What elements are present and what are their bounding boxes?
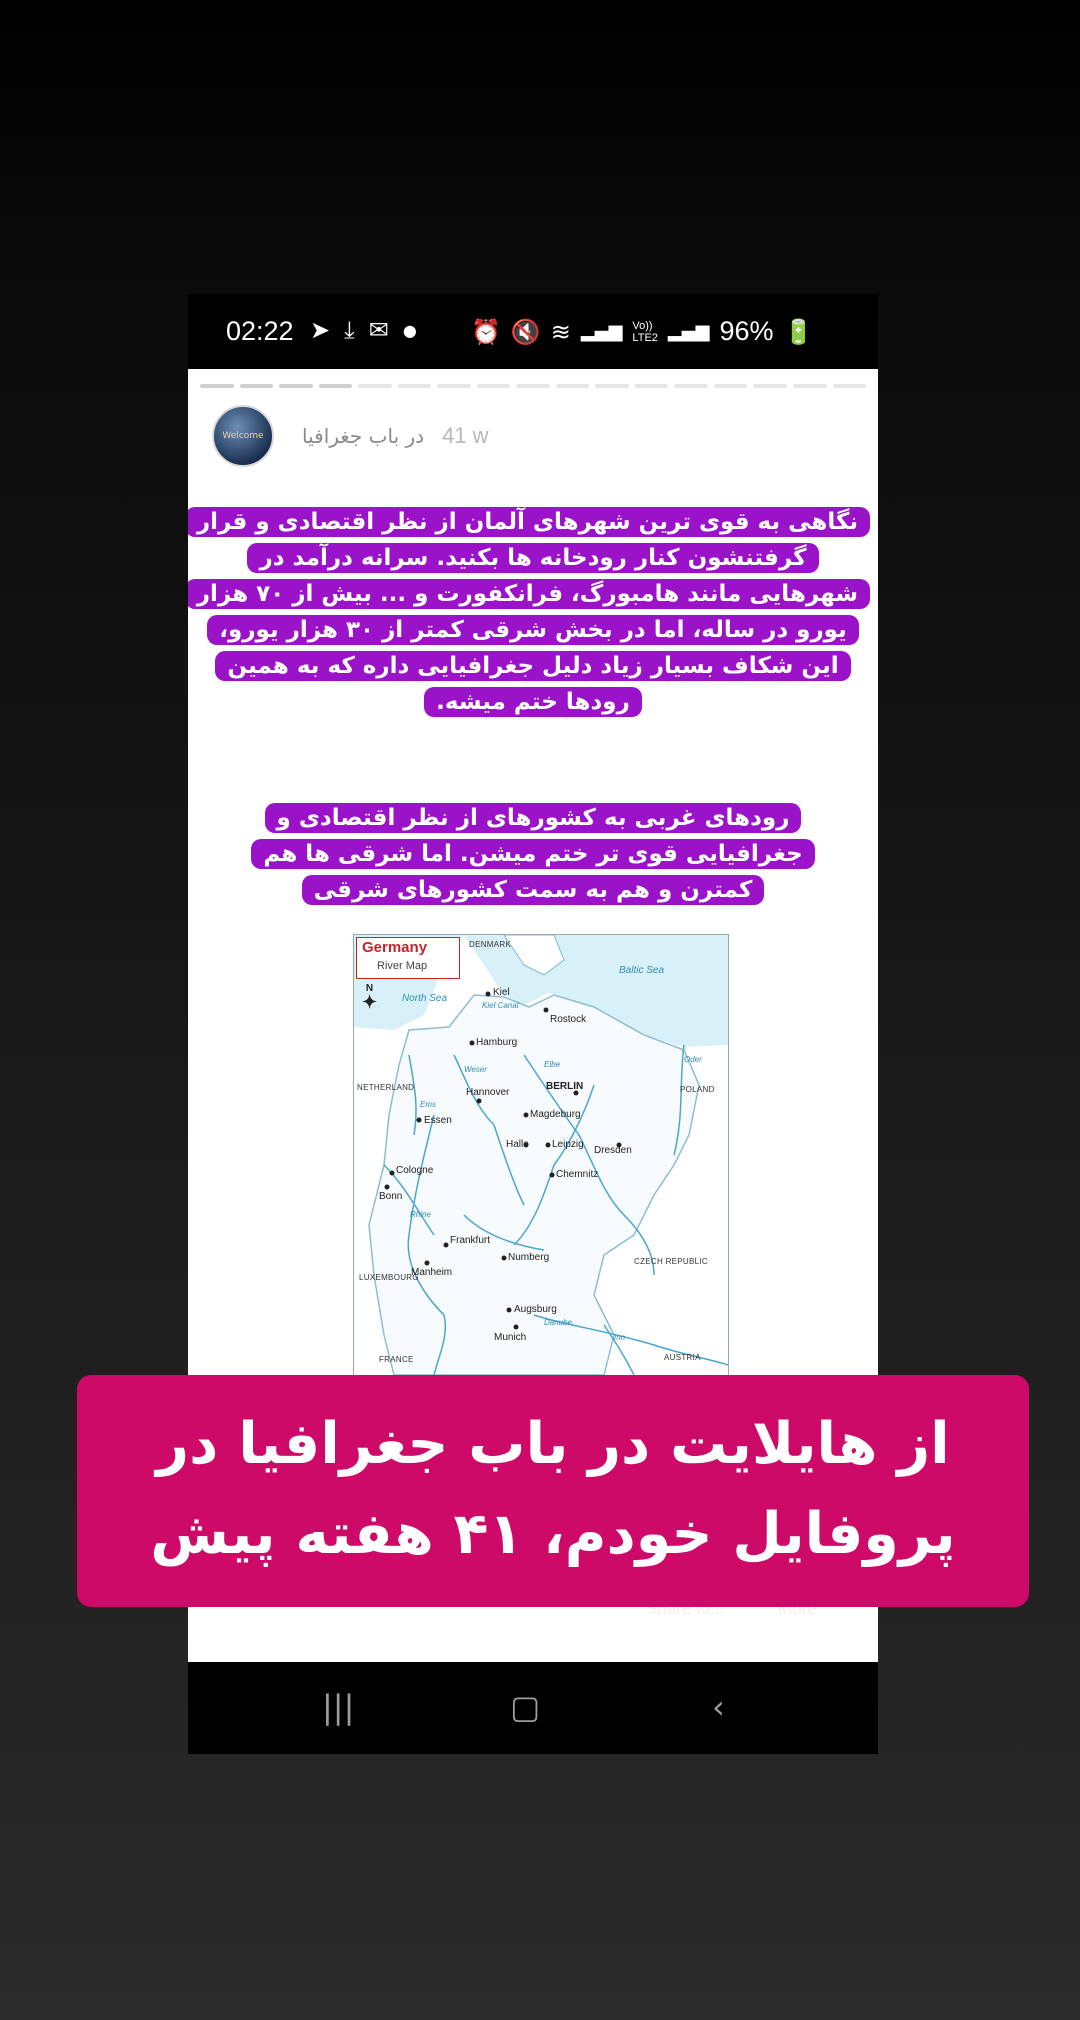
map-city-label: Frankfurt — [450, 1235, 491, 1246]
map-city-label: Chemnitz — [556, 1169, 599, 1180]
signal-icon: ▂▄▆ — [667, 321, 710, 342]
alarm-icon: ⏰ — [471, 317, 501, 346]
story-progress-segment — [792, 384, 827, 388]
map-country-label: FRANCE — [379, 1355, 414, 1364]
map-river-label: Ems — [420, 1100, 436, 1109]
map-subtitle: River Map — [377, 960, 428, 972]
volte-icon: Vo)) LTE2 — [632, 319, 658, 344]
story-progress-segment — [832, 384, 867, 388]
map-city-label: Magdeburg — [530, 1109, 581, 1120]
story-progress-segment — [397, 384, 432, 388]
map-river-label: Kiel Canal — [482, 1001, 519, 1010]
story-progress-segment — [200, 384, 234, 388]
map-city-label: Numberg — [508, 1252, 550, 1263]
map-title-box: Germany River Map — [356, 937, 460, 979]
map-city-label: Halle — [506, 1139, 529, 1150]
map-river-label: Rhine — [410, 1210, 431, 1219]
map-city-label: Augsburg — [514, 1304, 557, 1315]
mute-icon: 🔇 — [510, 317, 541, 346]
compass-icon: N ✦ — [362, 983, 378, 1012]
story-progress-segment — [358, 384, 392, 388]
caption-banner: از هایلایت در باب جغرافیا در پروفایل خود… — [77, 1375, 1029, 1607]
story-username[interactable]: در باب جغرافیا — [302, 424, 424, 448]
map-city-label: BERLIN — [546, 1081, 584, 1092]
map-river-label: Elbe — [544, 1060, 561, 1069]
map-city-label: Hannover — [466, 1087, 510, 1098]
story-progress-segment — [318, 384, 353, 388]
story-header[interactable]: Welcome در باب جغرافیا 41 w — [212, 405, 489, 467]
map-city-label: Hamburg — [476, 1037, 518, 1048]
story-progress-segment — [239, 384, 274, 388]
story-progress-segment — [713, 384, 748, 388]
story-progress-segment — [595, 384, 629, 388]
story-progress-segment — [634, 384, 669, 388]
map-country-label: DENMARK — [469, 940, 512, 949]
map-country-label: POLAND — [680, 1085, 715, 1094]
map-sea-label: Baltic Sea — [619, 965, 665, 976]
battery-percent: 96% — [719, 316, 774, 346]
story-progress-bar — [200, 384, 867, 388]
home-icon[interactable]: ▢ — [510, 1688, 540, 1726]
map-sea-label: North Sea — [402, 993, 448, 1004]
signal-icon: ▂▄▆ — [580, 321, 623, 342]
story-progress-segment — [555, 384, 590, 388]
map-country-label: NETHERLAND — [357, 1083, 415, 1092]
map-country-label: CZECH REPUBLIC — [634, 1257, 708, 1266]
story-progress-segment — [516, 384, 550, 388]
map-country-label: LUXEMBOURG — [359, 1273, 419, 1282]
map-title: Germany — [362, 939, 428, 956]
map-city-label: Kiel — [493, 987, 510, 998]
story-progress-segment — [753, 384, 787, 388]
map-river-label: Weser — [464, 1065, 487, 1074]
map-city-label: Munich — [494, 1332, 527, 1343]
map-country-label: AUSTRIA — [664, 1353, 701, 1362]
map-city-label: Leipzig — [552, 1139, 584, 1150]
germany-river-map: Germany River Map N ✦ North Sea Baltic S… — [353, 934, 729, 1376]
map-city-label: Cologne — [396, 1165, 434, 1176]
map-city-label: Bonn — [379, 1191, 403, 1202]
story-progress-segment — [279, 384, 313, 388]
story-progress-segment — [437, 384, 471, 388]
map-city-label: Manheim — [411, 1267, 453, 1278]
map-city-label: Rostock — [550, 1014, 587, 1025]
status-time: 02:22 — [226, 316, 294, 346]
battery-charging-icon: 🔋 — [783, 317, 814, 346]
map-river-label: Danube — [544, 1318, 573, 1327]
download-done-icon: ⤓ — [344, 316, 355, 344]
navigation-bar: ||| ▢ ‹ — [188, 1662, 878, 1754]
recent-apps-icon[interactable]: ||| — [322, 1688, 354, 1726]
story-timestamp: 41 w — [442, 423, 489, 448]
map-city-label: Dresden — [594, 1145, 632, 1156]
avatar[interactable]: Welcome — [212, 405, 274, 467]
map-river-label: Oder — [684, 1055, 702, 1064]
telegram-icon: ➤ — [310, 316, 331, 344]
story-progress-segment — [674, 384, 708, 388]
wifi-icon: ≋ — [550, 317, 571, 346]
story-text-1: نگاهی به قوی ترین شهرهای آلمان از نظر اق… — [188, 504, 870, 720]
back-icon[interactable]: ‹ — [712, 1688, 725, 1726]
gmail-icon: ✉ — [368, 316, 389, 344]
story-text-2: رودهای غربی به کشورهای از نظر اقتصادی و … — [223, 800, 843, 908]
story-progress-segment — [476, 384, 511, 388]
map-river-label: Inn — [614, 1333, 626, 1342]
status-bar: 02:22 ➤ ⤓ ✉ ● ⏰ 🔇 ≋ ▂▄▆ Vo)) LTE2 ▂▄▆ 96… — [188, 294, 878, 369]
dot-icon: ● — [402, 321, 417, 340]
map-city-label: Essen — [424, 1115, 452, 1126]
